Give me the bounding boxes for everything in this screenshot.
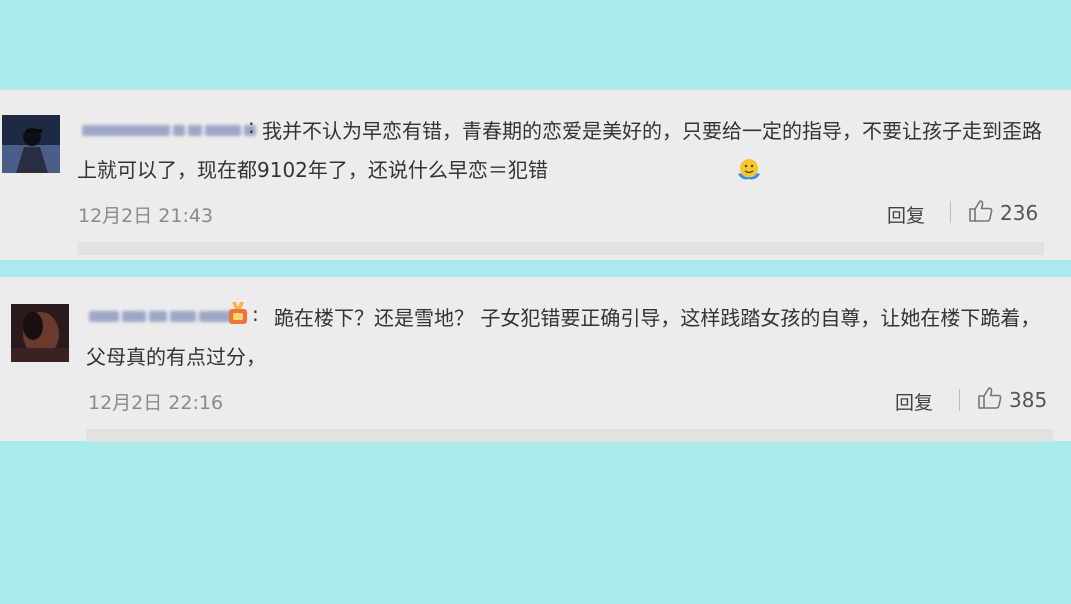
avatar[interactable] bbox=[11, 304, 69, 362]
reply-button[interactable]: 回复 bbox=[887, 201, 925, 228]
like-button[interactable]: 385 bbox=[977, 386, 1047, 414]
like-count: 236 bbox=[1000, 201, 1039, 225]
shrug-face-icon bbox=[550, 157, 763, 196]
like-count: 385 bbox=[1009, 388, 1048, 412]
thumbs-up-icon bbox=[977, 386, 1003, 414]
comment-timestamp: 12月2日 21:43 bbox=[78, 205, 214, 227]
divider bbox=[950, 201, 951, 223]
comment-card: : 跪在楼下？还是雪地？ 子女犯错要正确引导，这样践踏女孩的自尊，让她在楼下跪着… bbox=[0, 277, 1071, 442]
reply-button[interactable]: 回复 bbox=[895, 388, 933, 415]
comment-card: : 我并不认为早恋有错，青春期的恋爱是美好的，只要给一定的指导，不要让孩子走到歪… bbox=[0, 90, 1071, 260]
comment-text: 跪在楼下？还是雪地？ 子女犯错要正确引导，这样践踏女孩的自尊，让她在楼下跪着，父… bbox=[86, 306, 1041, 369]
comment-text: 我并不认为早恋有错，青春期的恋爱是美好的，只要给一定的指导，不要让孩子走到歪路上… bbox=[77, 112, 1047, 196]
reply-area-strip bbox=[86, 429, 1053, 442]
reply-area-strip bbox=[78, 242, 1044, 255]
thumbs-up-icon bbox=[968, 199, 994, 227]
comment-timestamp: 12月2日 22:16 bbox=[88, 392, 224, 414]
like-button[interactable]: 236 bbox=[968, 199, 1038, 227]
divider bbox=[959, 389, 960, 411]
avatar[interactable] bbox=[2, 115, 60, 173]
